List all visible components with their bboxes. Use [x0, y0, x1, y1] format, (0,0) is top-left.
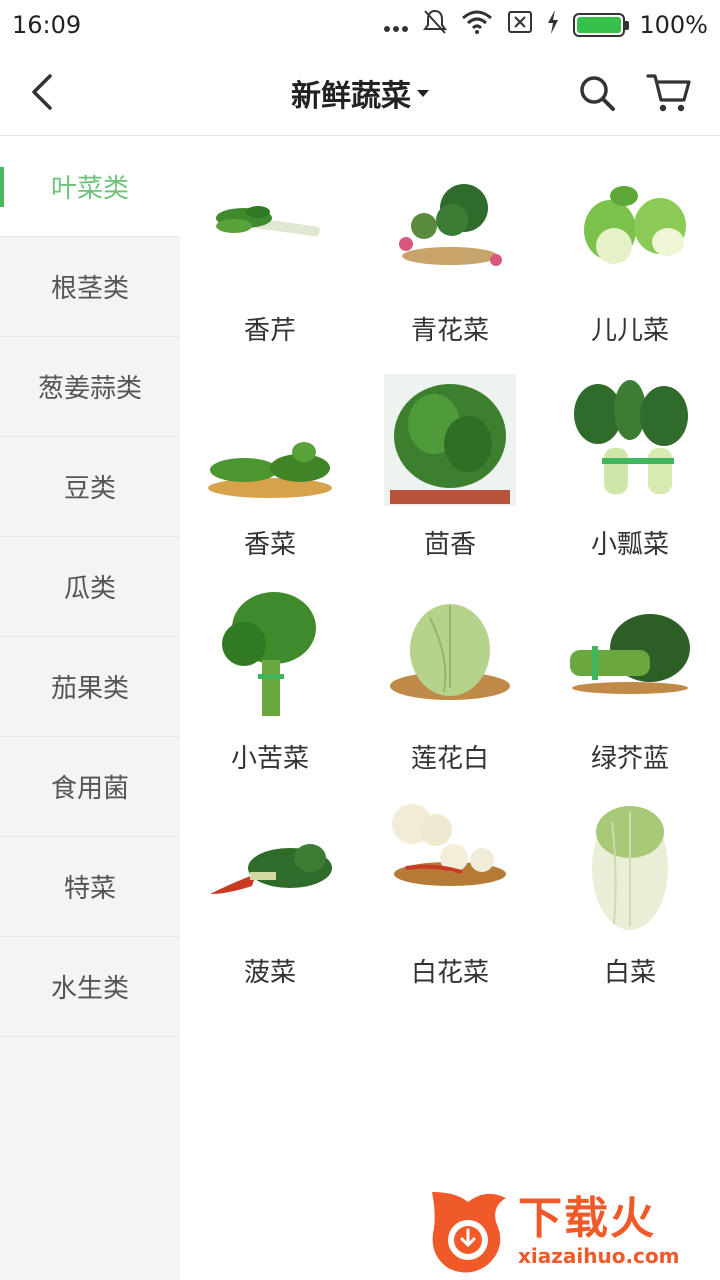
status-time: 16:09: [12, 11, 82, 39]
battery-percent: 100%: [639, 11, 708, 39]
product-name: 茴香: [423, 530, 476, 560]
broccoli-image: [384, 160, 516, 292]
status-bar: 16:09 100%: [0, 0, 720, 50]
sidebar-item-leafy[interactable]: 叶菜类: [0, 137, 180, 237]
product-item[interactable]: 莲花白: [360, 588, 540, 802]
sidebar-item-label: 豆类: [63, 474, 116, 504]
back-button[interactable]: [22, 72, 62, 112]
product-item[interactable]: 茴香: [360, 374, 540, 588]
product-name: 香芹: [243, 316, 296, 346]
battery-icon: [573, 13, 630, 37]
cabbage-image: [384, 588, 516, 720]
cauliflower-image: [384, 802, 516, 934]
sidebar-item-beans[interactable]: 豆类: [0, 437, 180, 537]
product-name: 香菜: [243, 530, 296, 560]
product-item[interactable]: 小瓢菜: [540, 374, 720, 588]
celery-image: [204, 160, 336, 292]
product-name: 小苦菜: [230, 744, 309, 774]
product-item[interactable]: 香菜: [180, 374, 360, 588]
sidebar-item-melons[interactable]: 瓜类: [0, 537, 180, 637]
product-item[interactable]: 香芹: [180, 160, 360, 374]
watermark-url: xiazaihuo.com: [518, 1244, 680, 1268]
sidebar-item-label: 茄果类: [50, 674, 129, 704]
sidebar-item-label: 瓜类: [63, 574, 116, 604]
watermark-title: 下载火: [518, 1193, 656, 1244]
bok-choy-image: [564, 374, 696, 506]
product-name: 青花菜: [410, 316, 489, 346]
wifi-icon: [461, 10, 493, 40]
sidebar-item-specialty[interactable]: 特菜: [0, 837, 180, 937]
kale-image: [564, 588, 696, 720]
no-sim-icon: [507, 10, 533, 40]
back-arrow-icon: [32, 74, 52, 110]
category-sidebar: 叶菜类 根茎类 葱姜蒜类 豆类 瓜类 茄果类 食用菌 特菜 水生类: [0, 137, 180, 1280]
sidebar-item-label: 葱姜蒜类: [37, 374, 142, 404]
product-grid: 香芹 青花菜 儿儿菜 香菜 茴香 小瓢菜 小苦菜 莲花白 绿芥蓝 菠菜 白花菜 …: [180, 160, 720, 1016]
sidebar-item-label: 水生类: [50, 974, 129, 1004]
battery-fill: [577, 17, 622, 33]
bitter-greens-image: [204, 588, 336, 720]
product-item[interactable]: 菠菜: [180, 802, 360, 1016]
sidebar-item-label: 特菜: [63, 874, 116, 904]
spinach-image: [204, 802, 336, 934]
page-title[interactable]: 新鲜蔬菜: [291, 71, 411, 115]
charging-icon: [547, 10, 559, 40]
top-bar: 新鲜蔬菜: [0, 50, 720, 136]
product-item[interactable]: 白花菜: [360, 802, 540, 1016]
search-button[interactable]: [574, 70, 620, 116]
product-name: 白菜: [603, 958, 656, 988]
status-icons: 100%: [383, 9, 708, 41]
sidebar-item-solanaceous[interactable]: 茄果类: [0, 637, 180, 737]
product-item[interactable]: 小苦菜: [180, 588, 360, 802]
product-item[interactable]: 绿芥蓝: [540, 588, 720, 802]
sidebar-item-label: 叶菜类: [50, 174, 129, 204]
coriander-image: [204, 374, 336, 506]
fennel-image: [384, 374, 516, 506]
search-icon: [580, 76, 615, 111]
cart-button[interactable]: [644, 68, 694, 118]
product-name: 小瓢菜: [590, 530, 669, 560]
sidebar-item-root[interactable]: 根茎类: [0, 237, 180, 337]
watermark-logo: 下载火 xiazaihuo.com: [426, 1186, 716, 1276]
product-name: 菠菜: [243, 958, 296, 988]
product-name: 绿芥蓝: [590, 744, 669, 774]
product-item[interactable]: 白菜: [540, 802, 720, 1016]
more-dots-icon: [383, 11, 409, 39]
product-name: 莲花白: [410, 744, 489, 774]
product-name: 白花菜: [410, 958, 489, 988]
sidebar-item-label: 根茎类: [50, 274, 129, 304]
dropdown-caret-icon[interactable]: [417, 89, 429, 97]
napa-cabbage-image: [564, 802, 696, 934]
flame-logo-icon: [432, 1192, 506, 1273]
sidebar-item-aquatic[interactable]: 水生类: [0, 937, 180, 1037]
product-item[interactable]: 青花菜: [360, 160, 540, 374]
mute-bell-icon: [423, 9, 448, 41]
sidebar-item-mushrooms[interactable]: 食用菌: [0, 737, 180, 837]
cart-icon: [646, 74, 691, 112]
sidebar-item-label: 食用菌: [50, 774, 129, 804]
product-item[interactable]: 儿儿菜: [540, 160, 720, 374]
product-name: 儿儿菜: [590, 316, 669, 346]
lettuce-stem-image: [564, 160, 696, 292]
sidebar-item-onion-ginger-garlic[interactable]: 葱姜蒜类: [0, 337, 180, 437]
